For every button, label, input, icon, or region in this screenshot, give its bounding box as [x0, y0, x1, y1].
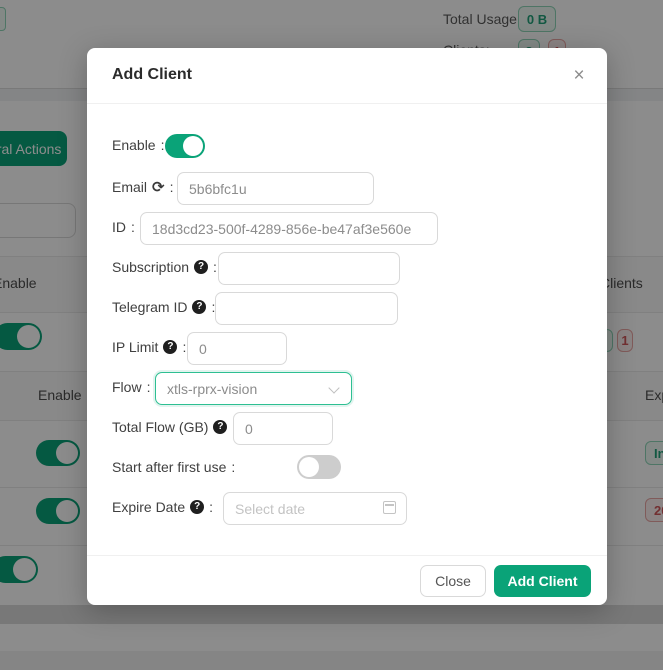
- email-label: Email ⟳: [112, 178, 173, 196]
- add-client-button[interactable]: Add Client: [494, 565, 591, 597]
- enable-label-text: Enable: [112, 137, 156, 153]
- expire-date-picker[interactable]: [223, 492, 407, 525]
- question-icon: ?: [192, 300, 206, 314]
- subscription-input[interactable]: [218, 252, 400, 285]
- enable-toggle[interactable]: [165, 134, 205, 158]
- total-flow-label-text: Total Flow (GB): [112, 419, 208, 435]
- footer-divider: [87, 555, 607, 556]
- chevron-down-icon: [328, 382, 339, 393]
- flow-label-text: Flow: [112, 379, 142, 395]
- close-icon[interactable]: ×: [565, 62, 593, 90]
- expire-date-input[interactable]: [223, 492, 407, 525]
- email-label-text: Email: [112, 179, 147, 195]
- toggle-knob: [183, 136, 203, 156]
- telegram-id-input[interactable]: [215, 292, 398, 325]
- header-divider: [87, 103, 607, 104]
- refresh-icon[interactable]: ⟳: [152, 178, 165, 196]
- flow-select[interactable]: xtls-rprx-vision: [155, 372, 352, 405]
- ip-limit-input[interactable]: [187, 332, 287, 365]
- telegram-id-label-text: Telegram ID: [112, 299, 187, 315]
- start-after-first-use-label-text: Start after first use: [112, 459, 226, 475]
- expire-date-label: Expire Date ?: [112, 499, 213, 515]
- telegram-id-label: Telegram ID ?: [112, 299, 215, 315]
- question-icon: ?: [190, 500, 204, 514]
- modal-title: Add Client: [112, 66, 192, 84]
- total-flow-label: Total Flow (GB) ?: [112, 419, 236, 435]
- question-icon: ?: [213, 420, 227, 434]
- id-label-text: ID: [112, 219, 126, 235]
- total-flow-input[interactable]: [233, 412, 333, 445]
- ip-limit-label-text: IP Limit: [112, 339, 158, 355]
- question-icon: ?: [163, 340, 177, 354]
- app-screen: Total Usage: 0 B Clients: 2 1 General Ac…: [0, 0, 663, 670]
- subscription-label-text: Subscription: [112, 259, 189, 275]
- subscription-label: Subscription ?: [112, 259, 217, 275]
- start-after-first-use-label: Start after first use: [112, 459, 235, 475]
- ip-limit-label: IP Limit ?: [112, 339, 186, 355]
- id-input[interactable]: [140, 212, 438, 245]
- flow-label: Flow: [112, 379, 150, 395]
- close-button[interactable]: Close: [420, 565, 486, 597]
- flow-select-value: xtls-rprx-vision: [167, 381, 257, 397]
- start-after-first-use-toggle[interactable]: [297, 455, 341, 479]
- email-input[interactable]: [177, 172, 374, 205]
- enable-label: Enable: [112, 137, 164, 153]
- id-label: ID: [112, 219, 135, 235]
- calendar-icon: [383, 501, 396, 514]
- question-icon: ?: [194, 260, 208, 274]
- toggle-knob: [299, 457, 319, 477]
- add-client-modal: Add Client × Enable Email ⟳ ID Subscript…: [87, 48, 607, 605]
- expire-date-label-text: Expire Date: [112, 499, 185, 515]
